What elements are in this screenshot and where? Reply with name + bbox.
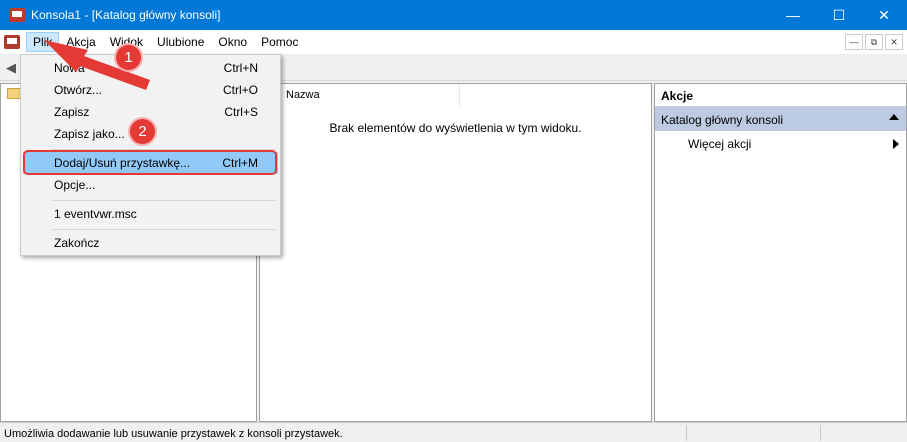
annotation-badge-2: 2 xyxy=(130,119,155,144)
actions-section-console-root[interactable]: Katalog główny konsoli xyxy=(655,107,906,131)
minimize-button[interactable]: — xyxy=(770,0,816,30)
annotation-badge-1: 1 xyxy=(116,45,141,70)
actions-section-label: Katalog główny konsoli xyxy=(661,113,784,127)
back-arrow-icon[interactable]: ◀ xyxy=(6,60,16,76)
window-title: Konsola1 - [Katalog główny konsoli] xyxy=(31,8,221,22)
collapse-up-icon[interactable] xyxy=(889,114,899,120)
menu-item-save[interactable]: Zapisz Ctrl+S xyxy=(23,101,278,123)
menu-file[interactable]: Plik xyxy=(26,32,60,52)
menu-favorites[interactable]: Ulubione xyxy=(150,32,211,52)
menu-item-shortcut: Ctrl+S xyxy=(224,105,258,119)
mmc-app-icon[interactable] xyxy=(9,8,25,22)
empty-view-message: Brak elementów do wyświetlenia w tym wid… xyxy=(329,121,582,135)
menu-action[interactable]: Akcja xyxy=(59,32,102,52)
doc-minimize-button[interactable]: — xyxy=(845,34,863,50)
menu-item-label: Zapisz jako... xyxy=(54,127,125,141)
title-bar: Konsola1 - [Katalog główny konsoli] — ☐ … xyxy=(0,0,907,30)
menu-item-new[interactable]: Nowa Ctrl+N xyxy=(23,57,278,79)
document-window-controls: — ⧉ ✕ xyxy=(845,34,903,50)
column-header-name[interactable]: Nazwa xyxy=(260,84,460,107)
menu-item-shortcut: Ctrl+O xyxy=(222,83,258,97)
results-pane[interactable]: Nazwa Brak elementów do wyświetlenia w t… xyxy=(259,83,652,422)
status-text: Umożliwia dodawanie lub usuwanie przysta… xyxy=(4,428,343,440)
annotation-highlight-ring xyxy=(23,150,277,175)
maximize-button[interactable]: ☐ xyxy=(816,0,862,30)
menu-item-label: Zakończ xyxy=(54,236,100,250)
menu-item-label: Zapisz xyxy=(54,105,90,119)
submenu-arrow-icon xyxy=(893,139,899,149)
folder-icon[interactable] xyxy=(7,88,21,99)
more-actions-item[interactable]: Więcej akcji xyxy=(655,131,906,155)
menu-item-recent-file[interactable]: 1 eventvwr.msc xyxy=(23,203,278,225)
menu-item-open[interactable]: Otwórz... Ctrl+O xyxy=(23,79,278,101)
menu-separator xyxy=(52,229,276,230)
menu-item-options[interactable]: Opcje... xyxy=(23,174,278,196)
doc-restore-button[interactable]: ⧉ xyxy=(865,34,883,50)
menu-item-label: Opcje... xyxy=(54,178,96,192)
menu-help[interactable]: Pomoc xyxy=(254,32,305,52)
menu-item-label: 1 eventvwr.msc xyxy=(54,207,137,221)
menu-item-exit[interactable]: Zakończ xyxy=(23,232,278,254)
status-separator xyxy=(820,425,821,441)
menu-item-shortcut: Ctrl+N xyxy=(223,61,258,75)
menu-item-label: Otwórz... xyxy=(54,83,103,97)
close-button[interactable]: ✕ xyxy=(861,0,907,30)
status-bar: Umożliwia dodawanie lub usuwanie przysta… xyxy=(0,422,907,442)
menu-window[interactable]: Okno xyxy=(211,32,254,52)
document-window-icon[interactable] xyxy=(4,35,20,49)
actions-header: Akcje xyxy=(655,84,906,107)
status-separator xyxy=(686,425,687,441)
menu-item-label: Nowa xyxy=(54,61,85,75)
actions-pane: Akcje Katalog główny konsoli Więcej akcj… xyxy=(654,83,907,422)
more-actions-label: Więcej akcji xyxy=(688,137,752,151)
menu-separator xyxy=(52,200,276,201)
doc-close-button[interactable]: ✕ xyxy=(885,34,903,50)
